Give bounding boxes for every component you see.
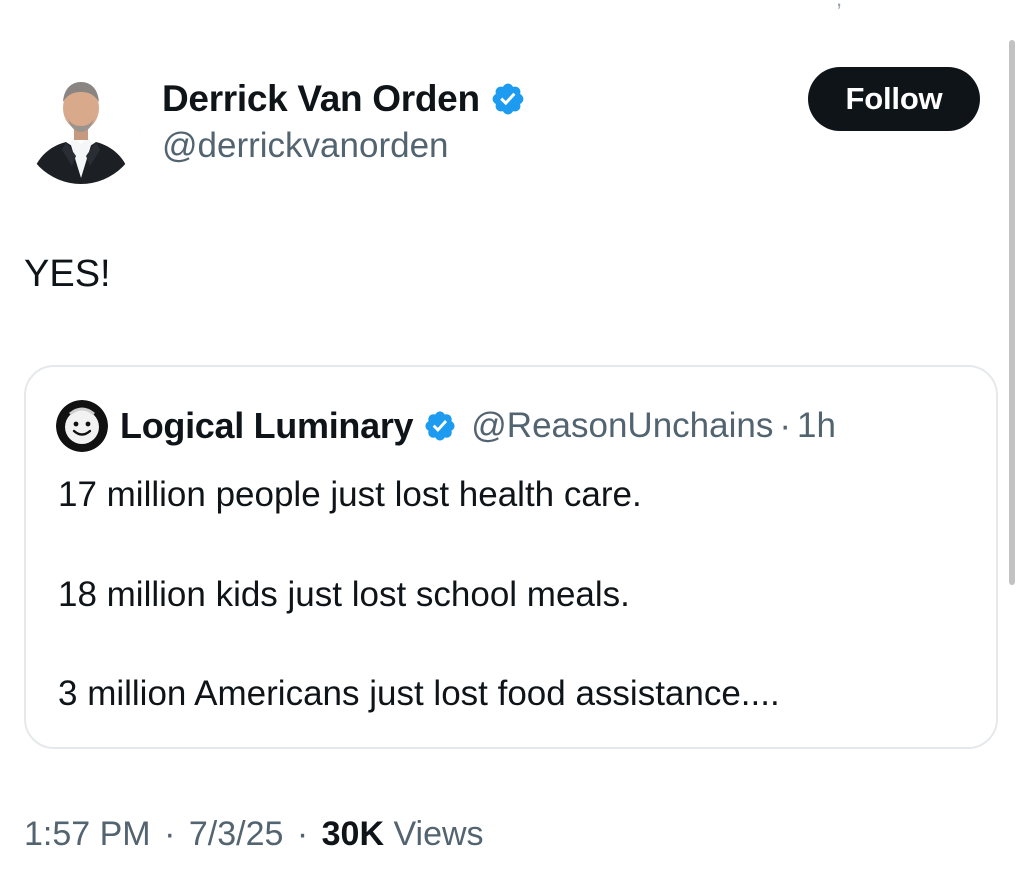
follow-button[interactable]: Follow bbox=[808, 67, 980, 131]
author-name-row[interactable]: Derrick Van Orden bbox=[162, 76, 526, 122]
quoted-author-avatar-icon[interactable] bbox=[56, 400, 108, 452]
verified-badge-icon[interactable] bbox=[490, 81, 526, 117]
profile-photo-icon bbox=[22, 66, 140, 184]
views-label: Views bbox=[393, 815, 484, 853]
quoted-tweet-header: Logical Luminary @ReasonUnchains · 1h bbox=[56, 400, 836, 452]
tweet-time[interactable]: 1:57 PM bbox=[24, 815, 151, 853]
author-display-name[interactable]: Derrick Van Orden bbox=[162, 78, 480, 120]
tweet-meta-row: 1:57 PM · 7/3/25 · 30K Views bbox=[24, 815, 484, 854]
tweet-date[interactable]: 7/3/25 bbox=[189, 815, 284, 853]
tweet-text: YES! bbox=[24, 253, 111, 295]
quoted-display-name[interactable]: Logical Luminary bbox=[120, 405, 414, 447]
views-count[interactable]: 30K bbox=[322, 815, 384, 853]
author-avatar[interactable] bbox=[22, 66, 140, 184]
quoted-timestamp[interactable]: 1h bbox=[797, 406, 836, 446]
quoted-separator: · bbox=[779, 406, 792, 445]
top-edge-glyph: , bbox=[836, 0, 842, 12]
meta-separator: · bbox=[164, 815, 176, 853]
scrollbar-thumb[interactable] bbox=[1009, 40, 1015, 585]
quoted-text-line: 18 million kids just lost school meals. bbox=[58, 575, 630, 614]
quoted-tweet-card[interactable]: Logical Luminary @ReasonUnchains · 1h 17… bbox=[24, 365, 998, 749]
quoted-verified-badge-icon[interactable] bbox=[423, 409, 457, 443]
meta-separator: · bbox=[296, 815, 309, 853]
quoted-handle[interactable]: @ReasonUnchains bbox=[471, 406, 773, 446]
quoted-text-line: 3 million Americans just lost food assis… bbox=[58, 674, 780, 713]
quoted-text-line: 17 million people just lost health care. bbox=[58, 475, 642, 514]
author-handle[interactable]: @derrickvanorden bbox=[162, 126, 449, 166]
